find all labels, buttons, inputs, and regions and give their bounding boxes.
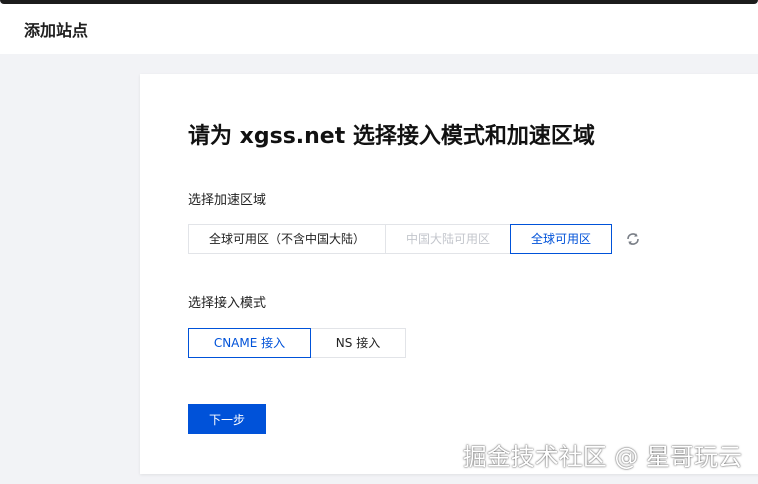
- region-option-global-excl-china[interactable]: 全球可用区（不含中国大陆）: [188, 224, 386, 254]
- region-option-global[interactable]: 全球可用区: [510, 224, 612, 254]
- app-frame: 添加站点 请为 xgss.net 选择接入模式和加速区域 选择加速区域 全球可用…: [0, 0, 758, 484]
- next-step-button[interactable]: 下一步: [188, 404, 266, 434]
- region-option-china-mainland: 中国大陆可用区: [385, 224, 511, 254]
- refresh-icon[interactable]: [624, 230, 642, 248]
- watermark-text: 掘金技术社区 @ 星哥玩云: [462, 443, 742, 471]
- region-selector: 全球可用区（不含中国大陆） 中国大陆可用区 全球可用区: [188, 224, 612, 254]
- page-header: 添加站点: [0, 4, 758, 54]
- access-mode-selector: CNAME 接入 NS 接入: [188, 328, 406, 358]
- page-title: 添加站点: [24, 21, 89, 40]
- add-site-card: 请为 xgss.net 选择接入模式和加速区域 选择加速区域 全球可用区（不含中…: [140, 74, 758, 474]
- mode-section-label: 选择接入模式: [188, 296, 267, 311]
- region-section-label: 选择加速区域: [188, 193, 267, 208]
- card-heading: 请为 xgss.net 选择接入模式和加速区域: [188, 124, 595, 149]
- mode-option-cname[interactable]: CNAME 接入: [188, 328, 311, 358]
- mode-option-ns[interactable]: NS 接入: [310, 328, 406, 358]
